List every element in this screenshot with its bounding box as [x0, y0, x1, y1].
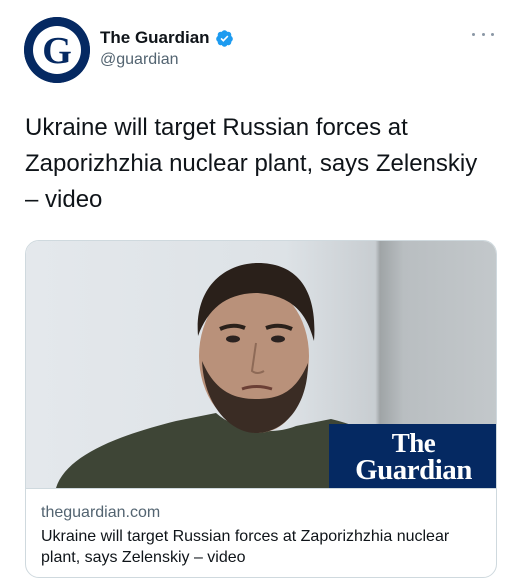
logo-line2: Guardian	[355, 454, 472, 486]
guardian-logo-badge: The Guardian	[329, 424, 496, 488]
verified-badge-icon	[215, 29, 234, 48]
card-domain: theguardian.com	[41, 504, 161, 521]
author-display-name[interactable]: The Guardian	[100, 28, 210, 48]
author-handle[interactable]: @guardian	[100, 51, 179, 69]
author-name-row[interactable]: The Guardian	[100, 27, 234, 49]
card-title: Ukraine will target Russian forces at Za…	[41, 528, 450, 566]
more-options-icon[interactable]	[472, 24, 494, 44]
card-image[interactable]: The Guardian	[26, 241, 496, 488]
link-card[interactable]: The Guardian theguardian.com Ukraine wil…	[25, 240, 497, 578]
logo-line1: The	[391, 428, 436, 458]
guardian-g-logo: G	[24, 17, 90, 83]
avatar[interactable]: G	[24, 17, 90, 83]
card-meta[interactable]: theguardian.com Ukraine will target Russ…	[26, 488, 496, 577]
avatar-letter: G	[42, 30, 72, 72]
tweet-text: Ukraine will target Russian forces at Za…	[25, 114, 478, 213]
